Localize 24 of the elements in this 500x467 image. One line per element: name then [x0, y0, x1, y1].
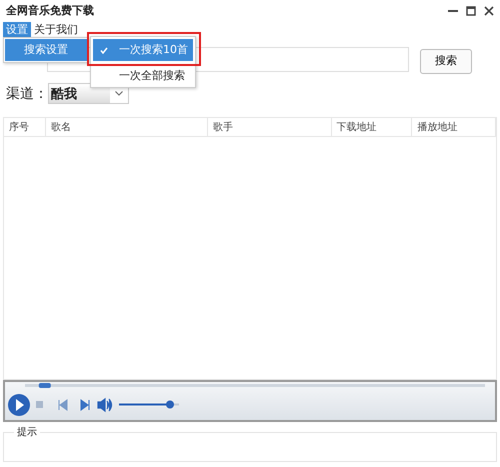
volume-icon[interactable]	[97, 398, 112, 412]
menu-item[interactable]: 设置	[3, 22, 31, 37]
column-header[interactable]: 下载地址	[332, 118, 412, 136]
caret-icon	[115, 90, 123, 96]
column-header[interactable]: 播放地址	[412, 118, 496, 136]
close-icon[interactable]	[484, 6, 494, 16]
window-title: 全网音乐免费下载	[6, 2, 94, 19]
column-header[interactable]: 歌名	[46, 118, 208, 136]
search-button[interactable]: 搜索	[420, 49, 472, 74]
volume-slider[interactable]	[119, 400, 179, 408]
maximize-icon[interactable]	[466, 6, 476, 16]
menu-item[interactable]: 搜索设置	[5, 39, 87, 61]
check-icon	[100, 46, 108, 54]
menu-item[interactable]: 关于我们	[31, 22, 81, 37]
channel-label: 渠道：	[6, 85, 48, 104]
menu-item[interactable]: 一次搜索10首	[93, 39, 193, 61]
play-icon[interactable]	[8, 394, 30, 416]
column-header[interactable]: 序号	[4, 118, 46, 136]
channel-dropdown[interactable]: 酷我	[48, 83, 129, 104]
volume-thumb[interactable]	[166, 400, 174, 408]
seek-thumb[interactable]	[38, 383, 51, 388]
seek-bar[interactable]	[25, 383, 485, 388]
column-header[interactable]: 歌手	[208, 118, 332, 136]
next-icon[interactable]	[80, 400, 90, 410]
